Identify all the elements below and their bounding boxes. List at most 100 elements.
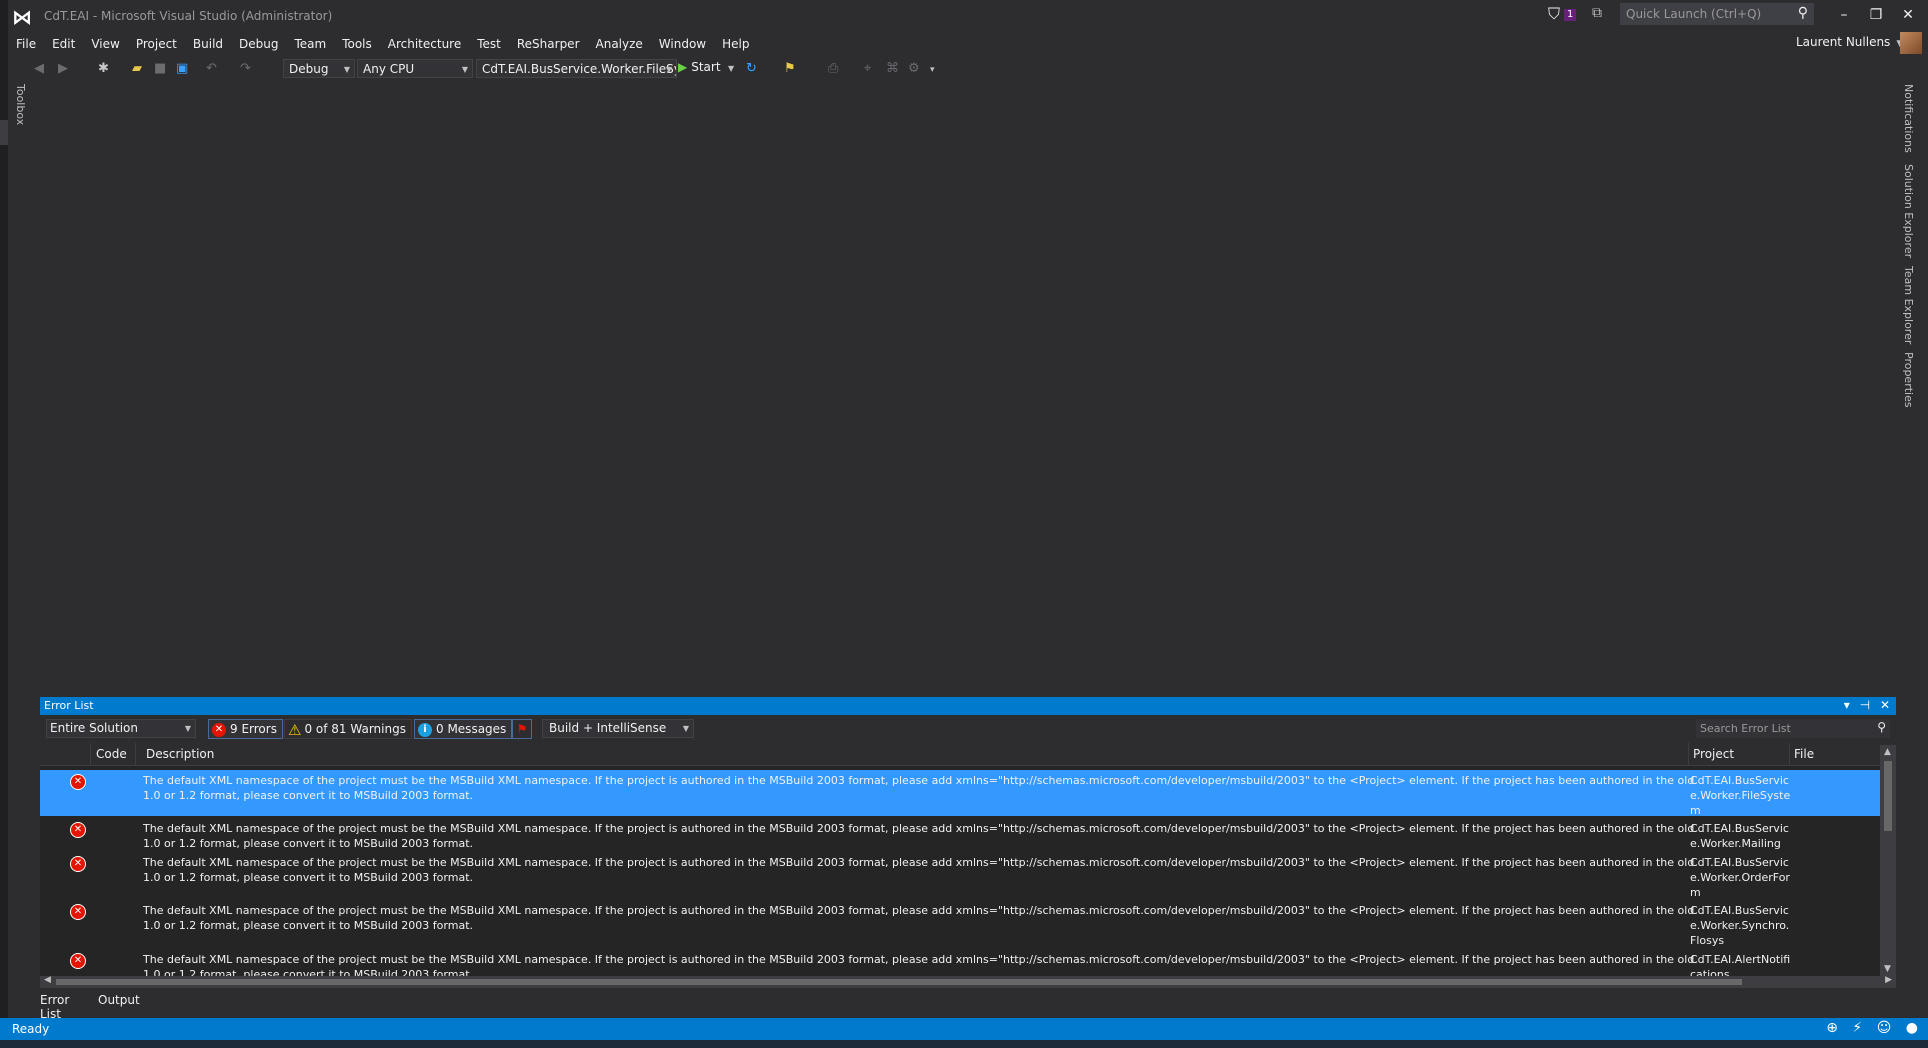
error-row[interactable]: ✕ The default XML namespace of the proje… — [40, 949, 1880, 976]
start-label: Start — [691, 60, 721, 74]
errors-filter-button[interactable]: ✕ 9 Errors — [208, 719, 283, 739]
navigate-forward-icon[interactable]: ▶ — [58, 61, 68, 76]
toolbar-overflow-icon[interactable]: ▾ — [930, 65, 935, 75]
start-button[interactable]: ▶ Start — [678, 60, 721, 74]
filter-toggle-icon[interactable]: ⚑ — [512, 719, 532, 739]
column-separator[interactable] — [1789, 743, 1790, 765]
menu-test[interactable]: Test — [469, 32, 509, 56]
solution-explorer-tab[interactable]: Solution Explorer — [1902, 164, 1915, 258]
menu-team[interactable]: Team — [286, 32, 334, 56]
error-list-search-input[interactable] — [1696, 719, 1860, 738]
menu-debug[interactable]: Debug — [231, 32, 286, 56]
scroll-down-icon[interactable]: ▼ — [1884, 964, 1891, 974]
solution-platform-dropdown[interactable]: Any CPU ▼ — [357, 59, 473, 78]
menu-window[interactable]: Window — [651, 32, 714, 56]
solution-configuration-dropdown[interactable]: Debug ▼ — [283, 59, 355, 78]
feedback-icon[interactable]: ⧉ — [1592, 5, 1602, 21]
menu-analyze[interactable]: Analyze — [588, 32, 651, 56]
comment-icon[interactable]: ⌘ — [886, 61, 899, 76]
vertical-scroll-thumb[interactable] — [1884, 761, 1892, 831]
menu-project[interactable]: Project — [128, 32, 185, 56]
notifications-flag-icon[interactable]: ⛉ 1 — [1548, 4, 1580, 26]
feedback-smiley-icon[interactable]: ☺ — [1877, 1020, 1892, 1036]
column-header-file[interactable]: File — [1794, 747, 1814, 761]
avatar[interactable] — [1900, 32, 1922, 54]
column-separator[interactable] — [135, 743, 136, 765]
error-icon: ✕ — [70, 856, 86, 872]
error-row[interactable]: ✕ The default XML namespace of the proje… — [40, 852, 1880, 900]
menu-view[interactable]: View — [83, 32, 127, 56]
user-account[interactable]: Laurent Nullens▼ — [1796, 35, 1903, 49]
team-explorer-tab[interactable]: Team Explorer — [1902, 266, 1915, 344]
warnings-filter-button[interactable]: ⚠ 0 of 81 Warnings — [284, 719, 412, 739]
error-row[interactable]: ✕ The default XML namespace of the proje… — [40, 818, 1880, 852]
error-icon: ✕ — [70, 904, 86, 920]
menu-file[interactable]: File — [8, 32, 44, 56]
close-button[interactable]: ✕ — [1894, 4, 1922, 26]
messages-filter-button[interactable]: i 0 Messages — [414, 719, 513, 739]
restore-button[interactable]: ❐ — [1862, 4, 1890, 26]
error-icon: ✕ — [70, 774, 86, 790]
close-icon[interactable]: ✕ — [1880, 698, 1890, 712]
navigate-back-icon[interactable]: ◀ — [34, 61, 44, 76]
new-project-icon[interactable]: ✱ — [98, 61, 109, 76]
save-icon[interactable]: ■ — [154, 61, 166, 76]
bookmark-icon[interactable]: ⎙ — [828, 61, 838, 76]
info-icon: i — [418, 722, 432, 737]
window-position-icon[interactable]: ▾ — [1844, 698, 1850, 712]
error-row[interactable]: ✕ The default XML namespace of the proje… — [40, 900, 1880, 948]
platform-value: Any CPU — [363, 62, 415, 76]
horizontal-scrollbar[interactable]: ◀ ▶ — [40, 975, 1896, 988]
horizontal-scroll-thumb[interactable] — [56, 979, 1742, 985]
menu-architecture[interactable]: Architecture — [380, 32, 469, 56]
column-header-code[interactable]: Code — [96, 747, 127, 761]
scroll-up-icon[interactable]: ▲ — [1884, 747, 1891, 757]
start-dropdown-chevron-icon[interactable]: ▼ — [728, 64, 734, 73]
error-list-search[interactable]: ⚲ — [1696, 719, 1890, 738]
menu-help[interactable]: Help — [714, 32, 757, 56]
notifications-tab[interactable]: Notifications — [1902, 84, 1915, 153]
column-header-project[interactable]: Project — [1693, 747, 1734, 761]
tab-output[interactable]: Output — [98, 993, 140, 1007]
redo-icon[interactable]: ↷ — [240, 61, 251, 76]
refresh-icon[interactable]: ↻ — [746, 61, 757, 76]
startup-project-dropdown[interactable]: CdT.EAI.BusService.Worker.FileSys ▼ — [476, 59, 677, 78]
startup-project-value: CdT.EAI.BusService.Worker.FileSys — [482, 62, 677, 76]
undo-icon[interactable]: ↶ — [206, 61, 217, 76]
pin-icon[interactable]: ⊣ — [1860, 698, 1870, 712]
find-in-files-icon[interactable]: ⌖ — [864, 61, 871, 76]
error-row[interactable]: ✕ The default XML namespace of the proje… — [40, 770, 1880, 817]
menu-resharper[interactable]: ReSharper — [509, 32, 588, 56]
scope-dropdown[interactable]: Entire Solution ▼ — [46, 719, 196, 738]
vertical-scrollbar[interactable]: ▲ ▼ — [1880, 745, 1896, 976]
column-separator[interactable] — [90, 743, 91, 765]
status-indicator-icon[interactable]: ● — [1906, 1020, 1918, 1036]
quick-launch[interactable]: ⚲ — [1620, 3, 1814, 25]
configuration-value: Debug — [289, 62, 329, 76]
quick-launch-input[interactable] — [1620, 3, 1788, 24]
menu-build[interactable]: Build — [185, 32, 231, 56]
menu-tools[interactable]: Tools — [334, 32, 380, 56]
error-project: CdT.EAI.BusService.Worker.OrderForm — [1690, 856, 1790, 899]
menu-bar: File Edit View Project Build Debug Team … — [8, 32, 757, 56]
scroll-left-icon[interactable]: ◀ — [44, 975, 51, 985]
notification-count-badge: 1 — [1564, 9, 1577, 21]
publish-icon[interactable]: ⚡ — [1852, 1020, 1862, 1036]
menu-edit[interactable]: Edit — [44, 32, 83, 56]
open-file-icon[interactable]: ▰ — [132, 61, 142, 76]
column-header-description[interactable]: Description — [146, 747, 214, 761]
uncomment-icon[interactable]: ⚙ — [908, 61, 920, 76]
build-filter-dropdown[interactable]: Build + IntelliSense ▼ — [542, 719, 694, 738]
column-separator[interactable] — [1688, 743, 1689, 765]
error-description: The default XML namespace of the project… — [143, 822, 1695, 850]
browser-link-icon[interactable]: ⚑ — [784, 61, 796, 76]
search-icon[interactable]: ⚲ — [1798, 5, 1808, 21]
properties-tab[interactable]: Properties — [1902, 352, 1915, 408]
scroll-right-icon[interactable]: ▶ — [1885, 975, 1892, 985]
minimize-button[interactable]: – — [1830, 4, 1858, 26]
user-name: Laurent Nullens — [1796, 35, 1891, 49]
search-icon[interactable]: ⚲ — [1877, 720, 1886, 734]
download-icon[interactable]: ⊕ — [1826, 1020, 1838, 1036]
toolbox-tab[interactable]: Toolbox — [14, 84, 27, 125]
save-all-icon[interactable]: ▣ — [176, 61, 188, 76]
